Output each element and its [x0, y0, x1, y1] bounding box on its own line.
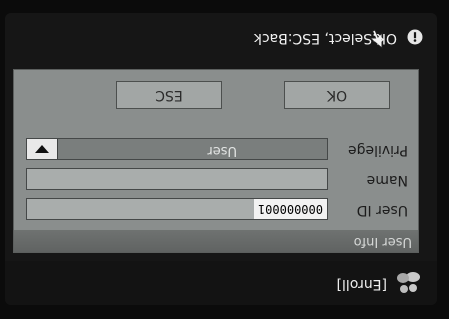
users-icon: [397, 272, 420, 293]
user-info-panel: User Info User ID 000000001 Name Privile…: [13, 69, 419, 253]
page-title: [Enroll]: [336, 276, 387, 292]
device-screen: [Enroll] User Info User ID 000000001 Nam…: [5, 13, 437, 305]
privilege-value: User: [207, 143, 237, 158]
ok-button[interactable]: OK: [284, 81, 390, 109]
info-icon: [407, 29, 423, 45]
esc-button[interactable]: ESC: [116, 81, 222, 109]
chevron-down-icon: [35, 145, 49, 153]
section-title: User Info: [353, 234, 412, 249]
photo-stage: [Enroll] User Info User ID 000000001 Nam…: [0, 0, 449, 319]
footer-hint: OK:Select, ESC:Back: [253, 30, 397, 46]
privilege-select[interactable]: User: [26, 138, 328, 160]
user-id-value: 000000001: [253, 199, 327, 219]
user-id-field[interactable]: 000000001: [26, 198, 328, 220]
section-header: User Info: [14, 230, 418, 252]
dropdown-button[interactable]: [27, 139, 58, 159]
user-id-label: User ID: [356, 202, 408, 218]
privilege-label: Privilege: [347, 142, 408, 158]
name-label: Name: [366, 172, 408, 188]
title-bar: [Enroll]: [5, 261, 437, 305]
footer-bar: OK:Select, ESC:Back: [5, 13, 437, 57]
name-field[interactable]: [26, 168, 328, 190]
